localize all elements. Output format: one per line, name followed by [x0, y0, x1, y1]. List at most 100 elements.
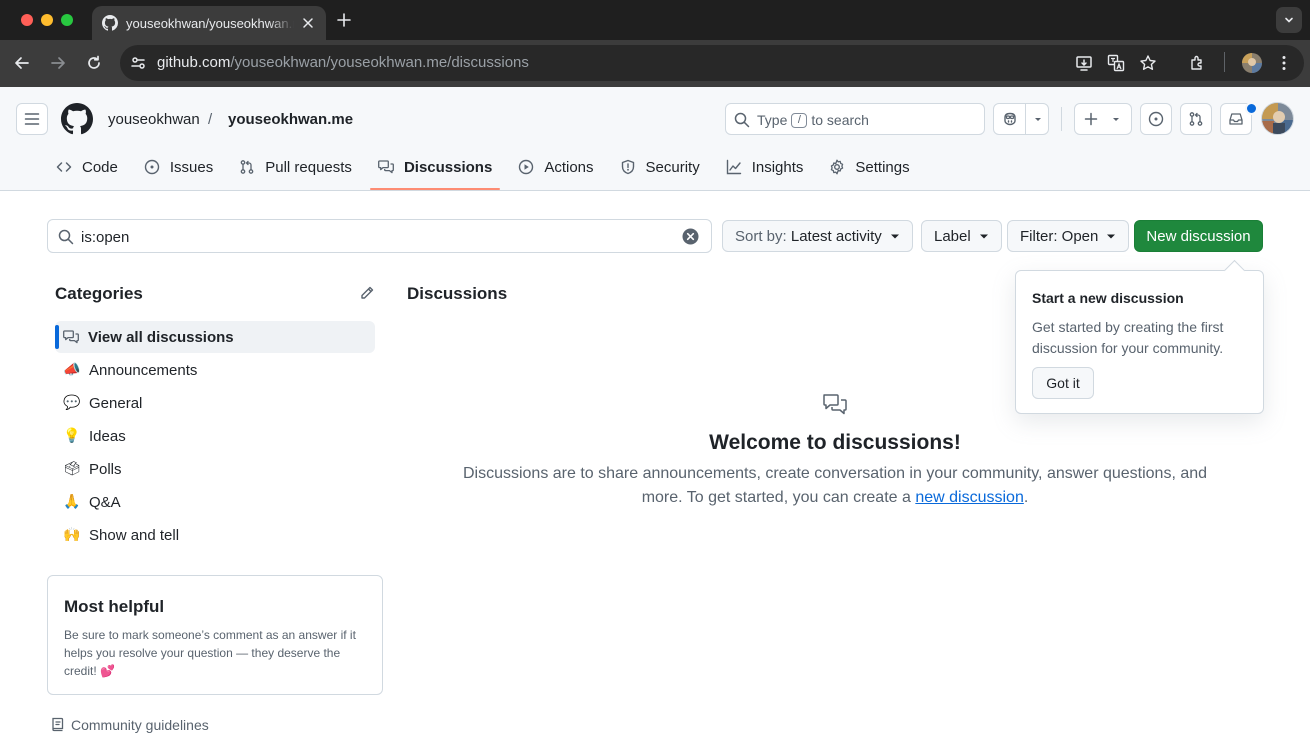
chevron-down-icon: [1285, 17, 1293, 23]
issue-opened-icon: [1148, 111, 1164, 127]
category-emoji: 💡: [63, 428, 81, 444]
category-label: Q&A: [89, 493, 121, 511]
code-icon: [56, 162, 72, 172]
copilot-icon[interactable]: [1002, 111, 1018, 127]
pull-request-icon: [1189, 112, 1203, 126]
search-placeholder: Type / to search: [757, 112, 869, 128]
chevron-down-icon[interactable]: [1030, 111, 1046, 127]
new-discussion-link[interactable]: new discussion: [915, 489, 1024, 506]
install-app-icon[interactable]: [1075, 54, 1093, 72]
browser-tab[interactable]: youseokhwan/youseokhwan.me: [92, 6, 326, 40]
label-dropdown[interactable]: Label: [921, 220, 1002, 252]
category-label: Ideas: [89, 427, 126, 445]
close-tab-icon[interactable]: [300, 15, 316, 31]
global-search-input[interactable]: Type / to search: [725, 103, 985, 135]
category-label: Polls: [89, 460, 122, 478]
label-text: Label: [934, 227, 971, 245]
translate-icon[interactable]: [1107, 54, 1125, 72]
filter-dropdown[interactable]: Filter: Open: [1007, 220, 1130, 252]
popover-title: Start a new discussion: [1032, 290, 1184, 306]
create-new-button[interactable]: [1074, 103, 1132, 135]
tab-settings[interactable]: Settings: [821, 150, 917, 184]
extensions-icon[interactable]: [1189, 54, 1207, 72]
sidebar-item-announcements[interactable]: 📣 Announcements: [55, 354, 375, 386]
sidebar-item-ideas[interactable]: 💡 Ideas: [55, 420, 375, 452]
category-label: Show and tell: [89, 526, 180, 544]
github-favicon-icon: [102, 15, 118, 31]
tab-actions[interactable]: Actions: [510, 150, 601, 184]
hamburger-icon: [24, 113, 40, 125]
community-guidelines-link[interactable]: Community guidelines: [50, 717, 209, 733]
triangle-down-icon: [1107, 234, 1116, 239]
address-bar[interactable]: github.com/youseokhwan/youseokhwan.me/di…: [120, 45, 1304, 81]
clear-search-icon[interactable]: [682, 228, 699, 245]
breadcrumb-repo[interactable]: youseokhwan.me: [228, 111, 353, 128]
github-logo-icon[interactable]: [61, 103, 93, 135]
welcome-period: .: [1023, 489, 1029, 506]
tab-code[interactable]: Code: [48, 150, 126, 184]
github-header: youseokhwan / youseokhwan.me Type / to s…: [0, 87, 1310, 191]
zoom-window-button[interactable]: [61, 14, 73, 26]
tab-pull-requests[interactable]: Pull requests: [231, 150, 360, 184]
header-separator: [1061, 107, 1062, 131]
category-emoji: 🙏: [63, 494, 81, 510]
discussion-search-input[interactable]: is:open: [47, 219, 712, 253]
search-prefix: Type: [757, 112, 788, 128]
sidebar-item-show-and-tell[interactable]: 🙌 Show and tell: [55, 519, 375, 551]
category-label: View all discussions: [88, 328, 234, 346]
sort-dropdown[interactable]: Sort by: Latest activity: [722, 220, 913, 252]
book-icon: [52, 717, 64, 732]
tab-discussions[interactable]: Discussions: [369, 150, 501, 190]
new-discussion-button[interactable]: New discussion: [1134, 220, 1263, 252]
search-suffix: to search: [811, 112, 869, 128]
search-shortcut-key: /: [791, 112, 808, 128]
sort-value: Latest activity: [790, 227, 882, 245]
pencil-icon[interactable]: [359, 285, 375, 301]
issues-button[interactable]: [1140, 103, 1172, 135]
sidebar-item-general[interactable]: 💬 General: [55, 387, 375, 419]
close-window-button[interactable]: [21, 14, 33, 26]
tab-label: Insights: [751, 158, 804, 176]
sidebar-item-view-all-discussions[interactable]: View all discussions: [55, 321, 375, 353]
global-menu-button[interactable]: [16, 103, 48, 135]
sidebar-item-polls[interactable]: 🗳 Polls: [55, 453, 375, 485]
search-icon: [58, 229, 74, 245]
browser-profile-avatar[interactable]: [1242, 53, 1262, 73]
search-icon: [734, 112, 750, 128]
avatar-image: [1262, 103, 1293, 134]
reload-icon[interactable]: [85, 54, 103, 72]
category-list: View all discussions 📣 Announcements 💬 Gener…: [55, 321, 375, 552]
minimize-window-button[interactable]: [41, 14, 53, 26]
most-helpful-title: Most helpful: [64, 597, 165, 616]
copilot-divider: [1025, 104, 1026, 134]
site-info-icon[interactable]: [128, 53, 148, 73]
breadcrumb-owner[interactable]: youseokhwan: [108, 111, 200, 128]
url-host: github.com: [157, 54, 231, 71]
copilot-button-group: [993, 103, 1049, 135]
pull-request-icon: [240, 160, 254, 174]
got-it-button[interactable]: Got it: [1032, 367, 1094, 399]
comment-discussion-icon: [377, 160, 394, 174]
tab-search-button[interactable]: [1276, 7, 1302, 33]
graph-icon: [726, 159, 741, 175]
most-helpful-box: Most helpful Be sure to mark someone’s c…: [47, 575, 383, 695]
sidebar-item-q-a[interactable]: 🙏 Q&A: [55, 486, 375, 518]
inbox-icon: [1229, 113, 1243, 125]
tab-label: Issues: [169, 158, 214, 176]
category-label: Announcements: [89, 361, 198, 379]
chevron-down-icon: [1113, 118, 1119, 121]
bookmark-star-icon[interactable]: [1139, 54, 1157, 72]
tab-issues[interactable]: Issues: [136, 150, 221, 184]
more-menu-icon[interactable]: [1275, 54, 1293, 72]
new-tab-icon[interactable]: [335, 11, 353, 29]
category-label: General: [89, 394, 143, 412]
tab-security[interactable]: Security: [612, 150, 708, 184]
pull-requests-button[interactable]: [1180, 103, 1212, 135]
forward-icon[interactable]: [49, 54, 67, 72]
most-helpful-text: Be sure to mark someone’s comment as an …: [64, 628, 356, 678]
tab-insights[interactable]: Insights: [718, 150, 812, 184]
shield-icon: [621, 159, 634, 175]
gear-icon: [831, 159, 844, 175]
user-avatar[interactable]: [1261, 102, 1294, 135]
back-icon[interactable]: [13, 54, 31, 72]
